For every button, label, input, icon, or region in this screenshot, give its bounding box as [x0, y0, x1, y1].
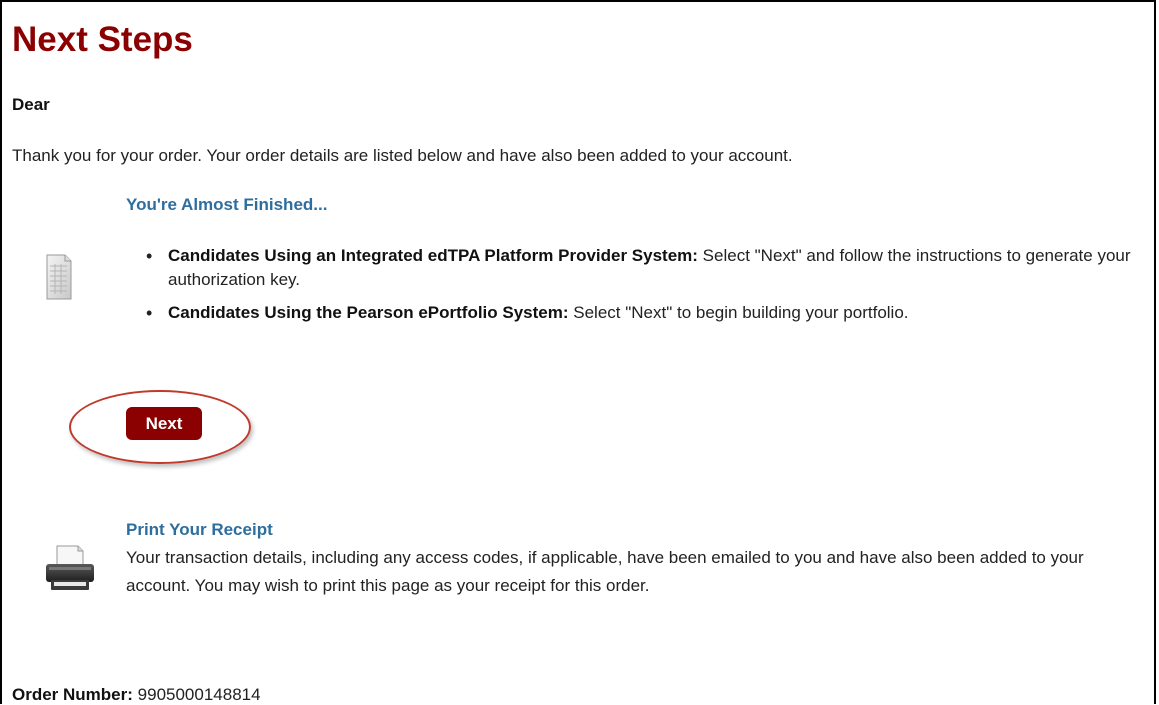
printer-icon[interactable]	[42, 544, 98, 592]
list-item-lead: Candidates Using an Integrated edTPA Pla…	[168, 246, 698, 265]
almost-finished-heading: You're Almost Finished...	[126, 195, 328, 214]
greeting: Dear	[12, 95, 50, 114]
next-button[interactable]: Next	[126, 407, 202, 440]
print-receipt-link[interactable]: Print Your Receipt	[126, 520, 273, 540]
instructions-list: Candidates Using an Integrated edTPA Pla…	[146, 244, 1146, 334]
list-item-lead: Candidates Using the Pearson ePortfolio …	[168, 303, 569, 322]
list-item: Candidates Using the Pearson ePortfolio …	[146, 301, 1146, 325]
order-number-value: 9905000148814	[137, 685, 261, 704]
document-icon	[46, 254, 72, 300]
content-frame: Next Steps Dear Thank you for your order…	[0, 0, 1156, 704]
list-item-text: Select "Next" to begin building your por…	[568, 303, 909, 322]
order-number: Order Number: 9905000148814	[12, 685, 261, 705]
intro-text: Thank you for your order. Your order det…	[12, 146, 793, 165]
page-title: Next Steps	[12, 20, 193, 59]
list-item: Candidates Using an Integrated edTPA Pla…	[146, 244, 1146, 292]
receipt-text: Your transaction details, including any …	[126, 548, 1084, 595]
order-number-label: Order Number:	[12, 685, 133, 704]
